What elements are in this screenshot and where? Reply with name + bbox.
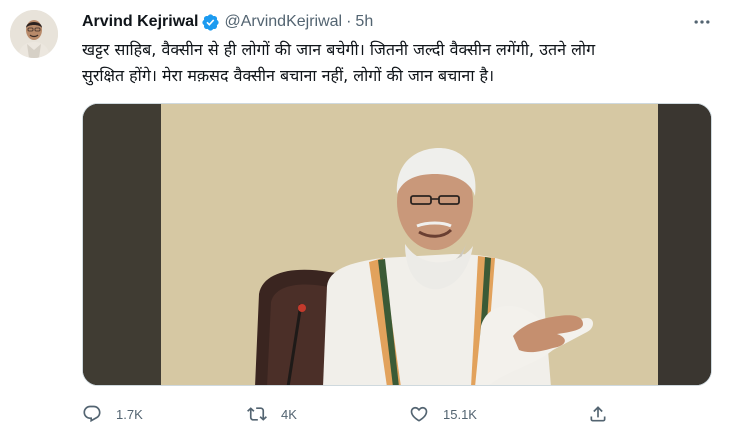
tweet-actions: 1.7K 4K 15.1K [82,402,622,426]
more-icon [694,20,710,24]
heart-icon [410,406,428,422]
avatar[interactable] [10,10,58,58]
share-icon [590,406,606,422]
timestamp[interactable]: 5h [355,13,373,31]
video-frame [83,104,711,385]
reply-button[interactable]: 1.7K [82,402,143,426]
retweet-count: 4K [281,406,297,422]
tweet-text-line-2: सुरक्षित होंगे। मेरा मक़सद वैक्सीन बचाना… [82,66,495,85]
verified-badge-icon [202,14,220,31]
more-options-button[interactable] [690,12,714,32]
tweet-text: खट्टर साहिब, वैक्सीन से ही लोगों की जान … [82,37,722,89]
tweet: Arvind Kejriwal @ArvindKejriwal · 5h खट्… [0,0,732,432]
tweet-header: Arvind Kejriwal @ArvindKejriwal · 5h [82,12,373,32]
author-name[interactable]: Arvind Kejriwal [82,13,198,31]
like-button[interactable]: 15.1K [409,402,477,426]
tweet-text-line-1: खट्टर साहिब, वैक्सीन से ही लोगों की जान … [82,40,596,59]
reply-count: 1.7K [116,406,143,422]
share-button[interactable] [588,402,608,426]
video-player[interactable] [82,103,712,386]
retweet-button[interactable]: 4K [247,402,297,426]
retweet-icon [247,407,267,421]
author-handle[interactable]: @ArvindKejriwal [224,13,342,31]
reply-icon [83,405,101,423]
separator-dot: · [346,13,352,30]
avatar-image [10,10,58,58]
like-count: 15.1K [443,406,477,422]
